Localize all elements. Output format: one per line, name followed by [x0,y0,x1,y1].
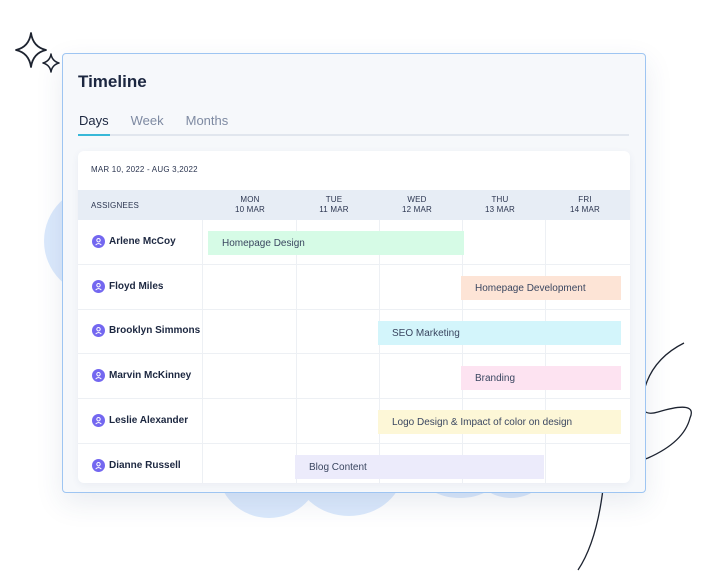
grid-row-line [78,353,630,354]
timeline-card: Timeline Days Week Months MAR 10, 2022 -… [62,53,646,493]
assignee-row[interactable]: Brooklyn Simmons [92,324,200,337]
user-icon [92,324,105,337]
grid-row-line [78,398,630,399]
assignee-name: Dianne Russell [109,460,181,471]
day-weekday: WED [407,195,427,204]
day-date: 13 MAR [484,205,516,214]
day-header-tue: TUE 11 MAR [292,195,376,215]
day-weekday: MON [240,195,260,204]
user-icon [92,414,105,427]
date-range: MAR 10, 2022 - AUG 3,2022 [91,165,198,174]
grid-row-line [78,309,630,310]
day-date: 11 MAR [319,205,349,214]
assignee-row[interactable]: Dianne Russell [92,459,181,472]
task-bar-homepage-development[interactable]: Homepage Development [461,276,621,300]
user-icon [92,369,105,382]
grid-row-line [78,443,630,444]
day-weekday: TUE [325,195,343,204]
grid-row-line [78,264,630,265]
assignee-name: Marvin McKinney [109,370,192,381]
tab-week[interactable]: Week [130,113,165,134]
user-icon [92,235,105,248]
day-weekday: FRI [578,195,592,204]
assignee-row[interactable]: Floyd Miles [92,280,163,293]
assignees-header: ASSIGNEES [91,201,140,210]
day-header-mon: MON 10 MAR [208,195,292,215]
assignee-name: Leslie Alexander [109,415,189,426]
assignee-row[interactable]: Leslie Alexander [92,414,188,427]
task-bar-branding[interactable]: Branding [461,366,621,390]
task-bar-logo-design[interactable]: Logo Design & Impact of color on design [378,410,621,434]
task-bar-homepage-design[interactable]: Homepage Design [208,231,464,255]
timeline-header-row: ASSIGNEES MON 10 MAR TUE 11 MAR WED 12 M… [78,190,630,220]
day-weekday: THU [491,195,509,204]
user-icon [92,280,105,293]
day-date: 10 MAR [234,205,266,214]
page-title: Timeline [78,72,147,91]
day-header-wed: WED 12 MAR [375,195,459,215]
assignee-row[interactable]: Marvin McKinney [92,369,191,382]
assignee-name: Brooklyn Simmons [109,325,201,336]
assignee-name: Arlene McCoy [109,236,176,247]
task-bar-blog-content[interactable]: Blog Content [295,455,544,479]
day-header-thu: THU 13 MAR [458,195,542,215]
user-icon [92,459,105,472]
day-date: 14 MAR [569,205,601,214]
day-header-fri: FRI 14 MAR [543,195,627,215]
timeline-panel: MAR 10, 2022 - AUG 3,2022 ASSIGNEES MON … [78,151,630,483]
tab-days[interactable]: Days [78,113,110,136]
view-tabs: Days Week Months [78,113,629,136]
assignee-name: Floyd Miles [109,281,164,292]
day-date: 12 MAR [401,205,433,214]
assignee-row[interactable]: Arlene McCoy [92,235,176,248]
task-bar-seo-marketing[interactable]: SEO Marketing [378,321,621,345]
tab-months[interactable]: Months [185,113,230,134]
